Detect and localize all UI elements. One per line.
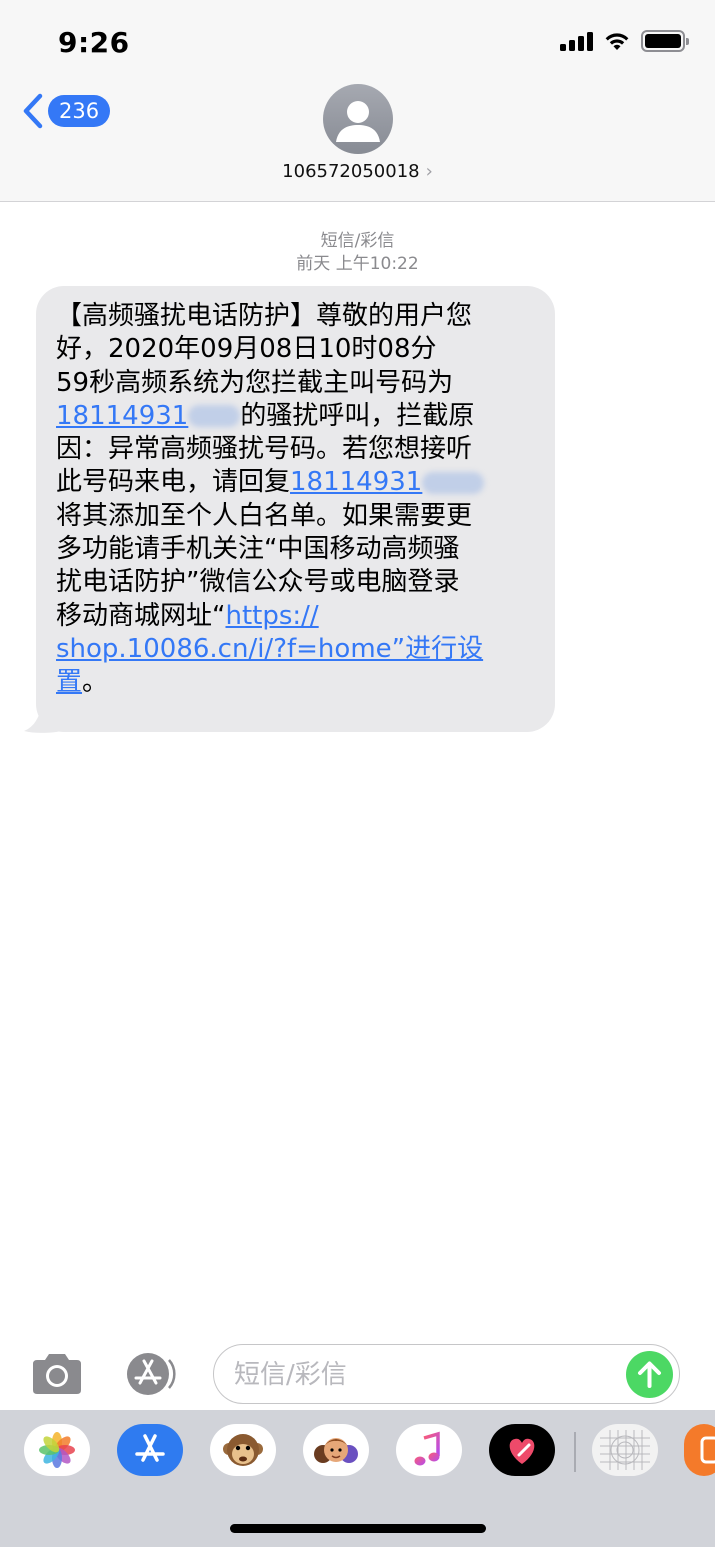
- person-icon: [336, 101, 380, 142]
- digital-touch-icon[interactable]: [489, 1424, 555, 1476]
- url-link[interactable]: 置: [56, 667, 82, 697]
- message-type-label: 短信/彩信: [320, 231, 395, 251]
- url-link[interactable]: https://: [225, 601, 318, 631]
- music-icon[interactable]: [396, 1424, 462, 1476]
- status-time: 9:26: [58, 26, 130, 59]
- back-button[interactable]: 236: [20, 92, 111, 130]
- home-indicator[interactable]: [230, 1524, 486, 1533]
- memoji-icon[interactable]: [303, 1424, 369, 1476]
- app-store-button[interactable]: [122, 1352, 180, 1396]
- message-timestamp: 前天 上午10:22: [296, 254, 419, 274]
- arrow-up-icon: [638, 1361, 661, 1388]
- contact-name-button[interactable]: 106572050018 ›: [0, 161, 715, 182]
- app-store-icon[interactable]: [117, 1424, 183, 1476]
- message-input-field[interactable]: [213, 1344, 680, 1404]
- animoji-icon[interactable]: [210, 1424, 276, 1476]
- cellular-signal-icon: [560, 31, 593, 51]
- wifi-icon: [605, 33, 629, 50]
- url-link[interactable]: shop.10086.cn/i/?f=home”进行设: [56, 634, 483, 664]
- message-input[interactable]: [234, 1355, 614, 1395]
- camera-icon[interactable]: [29, 1352, 85, 1396]
- partial-app-icon[interactable]: [684, 1424, 715, 1476]
- battery-icon: [641, 30, 689, 52]
- navigation-header: 9:26 236 106572050018 ›: [0, 0, 715, 202]
- phone-number-link[interactable]: 18114931: [290, 467, 485, 497]
- stickers-icon[interactable]: [592, 1424, 658, 1476]
- chevron-left-icon: [23, 93, 43, 129]
- photos-icon[interactable]: [24, 1424, 90, 1476]
- chevron-right-icon: ›: [425, 161, 433, 182]
- phone-number-link[interactable]: 18114931: [56, 401, 241, 431]
- unread-count-badge: 236: [48, 95, 111, 127]
- contact-number: 106572050018: [282, 161, 420, 182]
- status-icons: [560, 30, 689, 52]
- contact-avatar[interactable]: [323, 84, 393, 154]
- drawer-divider: [574, 1432, 576, 1472]
- send-button[interactable]: [626, 1351, 673, 1398]
- received-message-bubble[interactable]: 【高频骚扰电话防护】尊敬的用户您 好，2020年09月08日10时08分 59秒…: [36, 286, 555, 732]
